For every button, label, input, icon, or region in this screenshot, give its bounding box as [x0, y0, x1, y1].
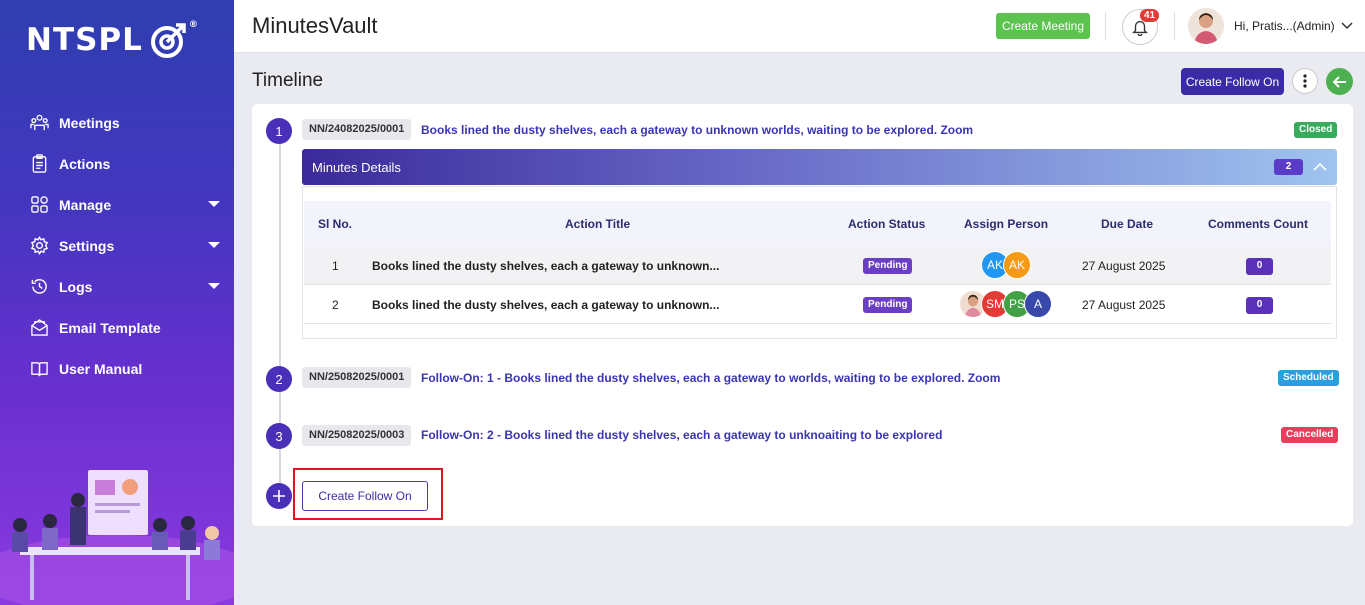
more-vertical-icon [1303, 74, 1307, 88]
assignee-avatar[interactable]: A [1024, 290, 1052, 318]
notification-count-badge: 41 [1140, 9, 1160, 22]
status-badge: Closed [1294, 122, 1338, 138]
table-header: Sl No. Action Title Action Status Assign… [304, 201, 1331, 246]
top-header: MinutesVault Create Meeting 41 Hi, Prati… [234, 0, 1365, 53]
book-icon [31, 362, 48, 377]
sidebar-item-email-template[interactable]: Email Template [0, 307, 234, 348]
meetings-icon [30, 114, 49, 131]
logo-target-icon [150, 23, 186, 58]
highlight-box [293, 468, 443, 520]
comments-count-badge[interactable]: 0 [1246, 297, 1273, 314]
cell-due-date: 27 August 2025 [1082, 298, 1166, 312]
sidebar-item-label: Actions [59, 155, 111, 172]
header-divider [1105, 12, 1106, 40]
cell-action-title[interactable]: Books lined the dusty shelves, each a ga… [372, 259, 719, 273]
cell-sl-no: 2 [332, 298, 339, 312]
chevron-down-icon[interactable] [1340, 18, 1354, 32]
sidebar-nav: Meetings Actions Manage Settings Logs Em… [0, 102, 234, 389]
table-row[interactable]: 1 Books lined the dusty shelves, each a … [304, 246, 1331, 285]
sidebar-item-actions[interactable]: Actions [0, 143, 234, 184]
sidebar-item-label: User Manual [59, 360, 143, 377]
sidebar-item-manage[interactable]: Manage [0, 184, 234, 225]
meeting-title-link[interactable]: Follow-On: 2 - Books lined the dusty she… [421, 428, 942, 442]
sidebar-item-user-manual[interactable]: User Manual [0, 348, 234, 389]
arrow-left-icon [1332, 75, 1346, 88]
meeting-title-link[interactable]: Books lined the dusty shelves, each a ga… [421, 123, 973, 137]
brand-logo[interactable]: NTSPL ® [26, 20, 198, 60]
minutes-details-label: Minutes Details [312, 160, 401, 175]
caret-down-icon [208, 242, 220, 248]
column-header: Action Title [565, 217, 631, 231]
user-photo-icon [1188, 8, 1224, 44]
more-options-button[interactable] [1292, 68, 1318, 94]
status-badge: Pending [863, 258, 913, 274]
back-button[interactable] [1326, 68, 1353, 95]
app-title: MinutesVault [252, 13, 378, 38]
timeline-step-3: 3 [266, 423, 292, 449]
minutes-count-badge: 2 [1274, 159, 1303, 175]
meeting-title-link[interactable]: Follow-On: 1 - Books lined the dusty she… [421, 371, 1000, 385]
column-header: Assign Person [964, 217, 1049, 231]
plus-icon [273, 490, 285, 502]
envelope-icon [31, 319, 48, 336]
timeline-step-2: 2 [266, 366, 292, 392]
column-header: Due Date [1101, 217, 1154, 231]
user-avatar[interactable] [1188, 8, 1224, 44]
column-header: Comments Count [1208, 217, 1308, 231]
grid-icon [31, 196, 48, 213]
create-meeting-button[interactable]: Create Meeting [996, 13, 1090, 39]
user-greeting[interactable]: Hi, Pratis...(Admin) [1234, 19, 1335, 33]
caret-down-icon [208, 283, 220, 289]
brand-logo-text: NTSPL [26, 22, 143, 58]
status-badge: Cancelled [1281, 427, 1339, 443]
sidebar-item-meetings[interactable]: Meetings [0, 102, 234, 143]
table-row[interactable]: 2 Books lined the dusty shelves, each a … [304, 285, 1331, 324]
history-icon [31, 279, 47, 294]
assignee-avatar[interactable]: AK [1003, 251, 1031, 279]
sidebar-item-logs[interactable]: Logs [0, 266, 234, 307]
timeline-step-1: 1 [266, 118, 292, 144]
header-divider [1174, 12, 1175, 40]
sidebar-item-settings[interactable]: Settings [0, 225, 234, 266]
sidebar-item-label: Logs [59, 278, 93, 295]
cell-due-date: 27 August 2025 [1082, 259, 1166, 273]
meeting-code: NN/24082025/0001 [302, 119, 412, 140]
registered-mark: ® [188, 20, 199, 30]
sidebar-item-label: Settings [59, 237, 115, 254]
gear-icon [30, 236, 49, 255]
column-header: Action Status [848, 217, 926, 231]
comments-count-badge[interactable]: 0 [1246, 258, 1273, 275]
sidebar-item-label: Email Template [59, 319, 161, 336]
chevron-up-icon[interactable] [1312, 159, 1328, 175]
create-follow-on-top-button[interactable]: Create Follow On [1181, 68, 1284, 95]
status-badge: Pending [863, 297, 913, 313]
minutes-details-header[interactable]: Minutes Details 2 [302, 149, 1337, 185]
column-header: Sl No. [318, 217, 353, 231]
meeting-code: NN/25082025/0001 [302, 367, 412, 388]
add-follow-on-step[interactable] [266, 483, 292, 509]
sidebar-item-label: Manage [59, 196, 112, 213]
status-badge: Scheduled [1278, 370, 1339, 386]
cell-sl-no: 1 [332, 259, 339, 273]
sidebar-item-label: Meetings [59, 114, 120, 131]
page-title: Timeline [252, 70, 324, 91]
caret-down-icon [208, 201, 220, 207]
meeting-code: NN/25082025/0003 [302, 425, 412, 446]
clipboard-icon [32, 154, 47, 173]
sidebar: NTSPL ® Meetings Actions Manage Settings… [0, 0, 234, 605]
cell-action-title[interactable]: Books lined the dusty shelves, each a ga… [372, 298, 719, 312]
meeting-illustration [0, 470, 234, 605]
